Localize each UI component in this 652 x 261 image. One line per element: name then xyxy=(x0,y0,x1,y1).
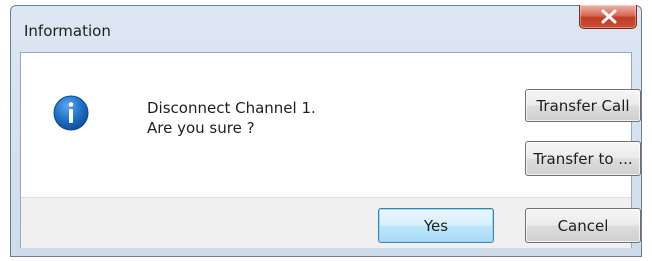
close-button[interactable] xyxy=(579,5,637,29)
dialog-title: Information xyxy=(24,22,111,40)
yes-button[interactable]: Yes xyxy=(378,208,494,243)
title-bar[interactable]: Information xyxy=(11,5,641,51)
cancel-button[interactable]: Cancel xyxy=(525,208,641,243)
message-line-1: Disconnect Channel 1. xyxy=(147,99,316,117)
close-icon xyxy=(601,9,617,24)
information-dialog: Information Disconnect Channel 1. Are yo… xyxy=(10,5,642,257)
info-icon xyxy=(53,95,89,131)
message-text: Disconnect Channel 1. Are you sure ? xyxy=(147,98,316,138)
transfer-to-button[interactable]: Transfer to ... xyxy=(525,141,641,176)
dialog-body: Disconnect Channel 1. Are you sure ? Tra… xyxy=(20,52,641,248)
message-line-2: Are you sure ? xyxy=(147,119,255,137)
transfer-call-button[interactable]: Transfer Call xyxy=(525,89,641,122)
